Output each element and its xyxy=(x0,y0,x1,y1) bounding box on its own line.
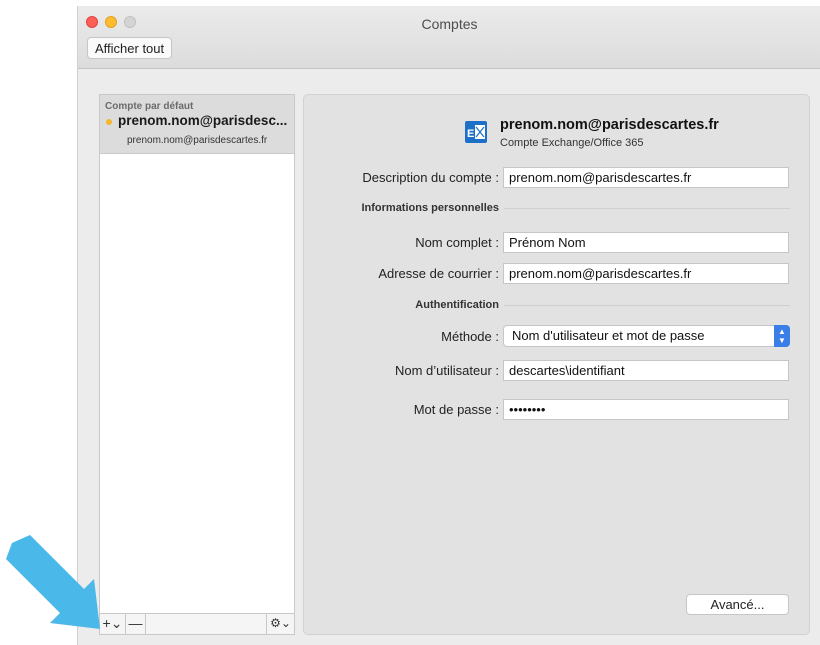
email-label: Adresse de courrier : xyxy=(378,266,499,281)
password-label: Mot de passe : xyxy=(413,402,499,417)
remove-account-button[interactable]: — xyxy=(126,614,146,634)
description-label: Description du compte : xyxy=(362,170,499,185)
title-bar: Comptes Afficher tout xyxy=(78,6,820,69)
window-title: Comptes xyxy=(421,16,478,32)
advanced-button[interactable]: Avancé... xyxy=(686,594,789,615)
username-field[interactable]: descartes\identifiant xyxy=(503,360,789,381)
accounts-window: Comptes Afficher tout Compte par défaut … xyxy=(77,6,820,645)
default-account-label: Compte par défaut xyxy=(105,101,194,112)
authentication-divider xyxy=(504,305,790,306)
account-type: Compte Exchange/Office 365 xyxy=(500,137,644,149)
accounts-sidebar: Compte par défaut prenom.nom@parisdesc..… xyxy=(99,94,295,614)
gear-menu-button[interactable]: ⚙⌄ xyxy=(266,614,294,634)
email-field[interactable]: prenom.nom@parisdescartes.fr xyxy=(503,263,789,284)
fullname-field[interactable]: Prénom Nom xyxy=(503,232,789,253)
method-label: Méthode : xyxy=(441,329,499,344)
fullname-label: Nom complet : xyxy=(415,235,499,250)
sidebar-account-name: prenom.nom@parisdesc... xyxy=(118,113,288,128)
sidebar-account-email: prenom.nom@parisdescartes.fr xyxy=(127,135,268,146)
selected-account-item[interactable]: Compte par défaut prenom.nom@parisdesc..… xyxy=(100,95,294,154)
show-all-button[interactable]: Afficher tout xyxy=(87,37,173,59)
personal-info-heading: Informations personnelles xyxy=(361,202,499,214)
sidebar-toolbar: +⌄ — ⚙⌄ xyxy=(99,614,295,635)
method-select-value: Nom d'utilisateur et mot de passe xyxy=(512,328,705,343)
password-field[interactable]: •••••••• xyxy=(503,399,789,420)
authentication-heading: Authentification xyxy=(415,299,499,311)
exchange-icon: E xyxy=(465,121,487,143)
svg-text:E: E xyxy=(467,128,474,140)
annotation-arrow-icon xyxy=(6,535,100,629)
method-select[interactable]: Nom d'utilisateur et mot de passe ▲ ▼ xyxy=(503,325,790,347)
username-label: Nom d’utilisateur : xyxy=(394,363,499,378)
description-field[interactable]: prenom.nom@parisdescartes.fr xyxy=(503,167,789,188)
account-title: prenom.nom@parisdescartes.fr xyxy=(500,117,719,133)
chevron-up-down-icon: ▲ ▼ xyxy=(774,325,790,347)
personal-info-divider xyxy=(504,208,790,209)
account-details-panel: E prenom.nom@parisdescartes.fr Compte Ex… xyxy=(303,94,810,635)
status-dot-icon xyxy=(106,119,112,125)
